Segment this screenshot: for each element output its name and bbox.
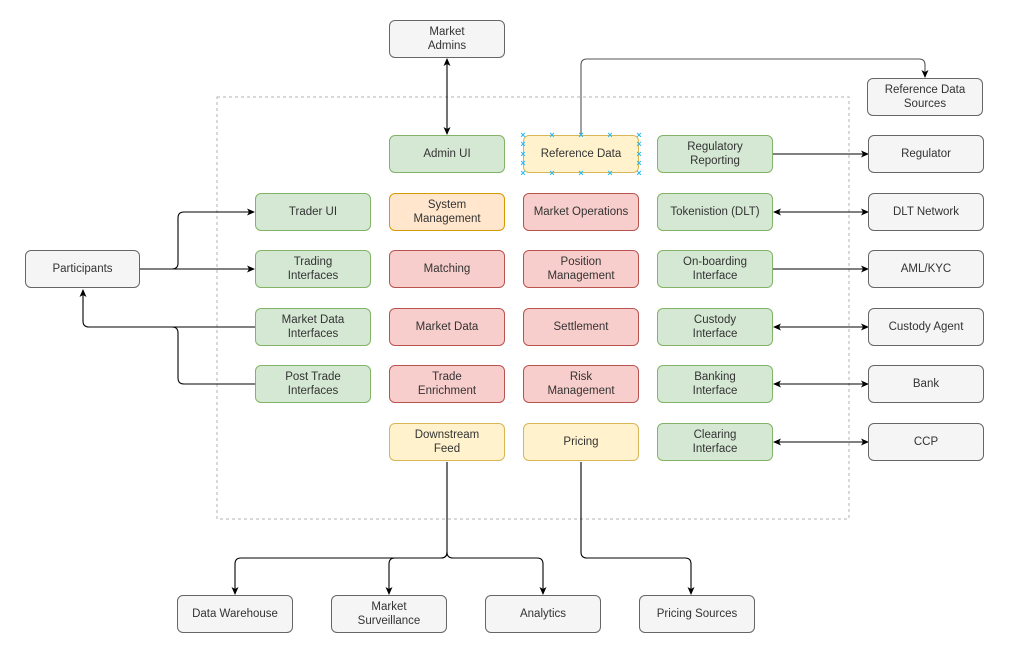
node-pricing[interactable]: Pricing [523, 423, 639, 461]
node-onboarding-interface[interactable]: On-boarding Interface [657, 250, 773, 288]
resize-handle[interactable]: × [520, 168, 527, 177]
node-market-admins[interactable]: Market Admins [389, 20, 505, 58]
resize-handle[interactable]: × [636, 159, 643, 168]
node-dlt-network[interactable]: DLT Network [868, 193, 984, 231]
resize-handle[interactable]: × [607, 168, 614, 177]
node-market-data-interfaces[interactable]: Market Data Interfaces [255, 308, 371, 346]
resize-handle[interactable]: × [520, 130, 527, 139]
node-settlement[interactable]: Settlement [523, 308, 639, 346]
resize-handle[interactable]: × [636, 140, 643, 149]
node-clearing-interface[interactable]: Clearing Interface [657, 423, 773, 461]
node-regulator[interactable]: Regulator [868, 135, 984, 173]
edge-marketdata-participants [79, 289, 255, 328]
resize-handle[interactable]: × [578, 168, 585, 177]
node-custody-agent[interactable]: Custody Agent [868, 308, 984, 346]
resize-handle[interactable]: × [549, 130, 556, 139]
node-custody-interface[interactable]: Custody Interface [657, 308, 773, 346]
node-tokenisation[interactable]: Tokenistion (DLT) [657, 193, 773, 231]
node-downstream-feed[interactable]: Downstream Feed [389, 423, 505, 461]
node-analytics[interactable]: Analytics [485, 595, 601, 633]
node-risk-management[interactable]: Risk Management [523, 365, 639, 403]
edge-posttrade-participants [171, 326, 255, 385]
node-market-operations[interactable]: Market Operations [523, 193, 639, 231]
resize-handle[interactable]: × [520, 159, 527, 168]
node-reference-data-sources[interactable]: Reference Data Sources [867, 78, 983, 116]
node-trader-ui[interactable]: Trader UI [255, 193, 371, 231]
resize-handle[interactable]: × [636, 168, 643, 177]
edge-participants-traderui [140, 208, 255, 270]
edge-downstream-analytics [446, 551, 547, 595]
node-data-warehouse[interactable]: Data Warehouse [177, 595, 293, 633]
node-aml-kyc[interactable]: AML/KYC [868, 250, 984, 288]
node-matching[interactable]: Matching [389, 250, 505, 288]
edge-downstream-warehouse [231, 462, 448, 595]
node-pricing-sources[interactable]: Pricing Sources [639, 595, 755, 633]
resize-handle[interactable]: × [636, 149, 643, 158]
node-trading-interfaces[interactable]: Trading Interfaces [255, 250, 371, 288]
node-system-management[interactable]: System Management [389, 193, 505, 231]
node-market-data[interactable]: Market Data [389, 308, 505, 346]
node-banking-interface[interactable]: Banking Interface [657, 365, 773, 403]
node-trade-enrichment[interactable]: Trade Enrichment [389, 365, 505, 403]
resize-handle[interactable]: × [636, 130, 643, 139]
node-admin-ui[interactable]: Admin UI [389, 135, 505, 173]
node-position-management[interactable]: Position Management [523, 250, 639, 288]
edge-downstream-surveillance [385, 551, 448, 595]
node-post-trade-interfaces[interactable]: Post Trade Interfaces [255, 365, 371, 403]
resize-handle[interactable]: × [607, 130, 614, 139]
resize-handle[interactable]: × [520, 140, 527, 149]
node-participants[interactable]: Participants [25, 250, 140, 288]
node-ccp[interactable]: CCP [868, 423, 984, 461]
node-regulatory-reporting[interactable]: Regulatory Reporting [657, 135, 773, 173]
resize-handle[interactable]: × [549, 168, 556, 177]
diagram-canvas[interactable]: Market Admins Reference Data Sources Par… [0, 0, 1024, 671]
edge-pricing-sources [580, 462, 695, 595]
node-market-surveillance[interactable]: Market Surveillance [331, 595, 447, 633]
resize-handle[interactable]: × [520, 149, 527, 158]
node-bank[interactable]: Bank [868, 365, 984, 403]
resize-handle[interactable]: × [578, 130, 585, 139]
